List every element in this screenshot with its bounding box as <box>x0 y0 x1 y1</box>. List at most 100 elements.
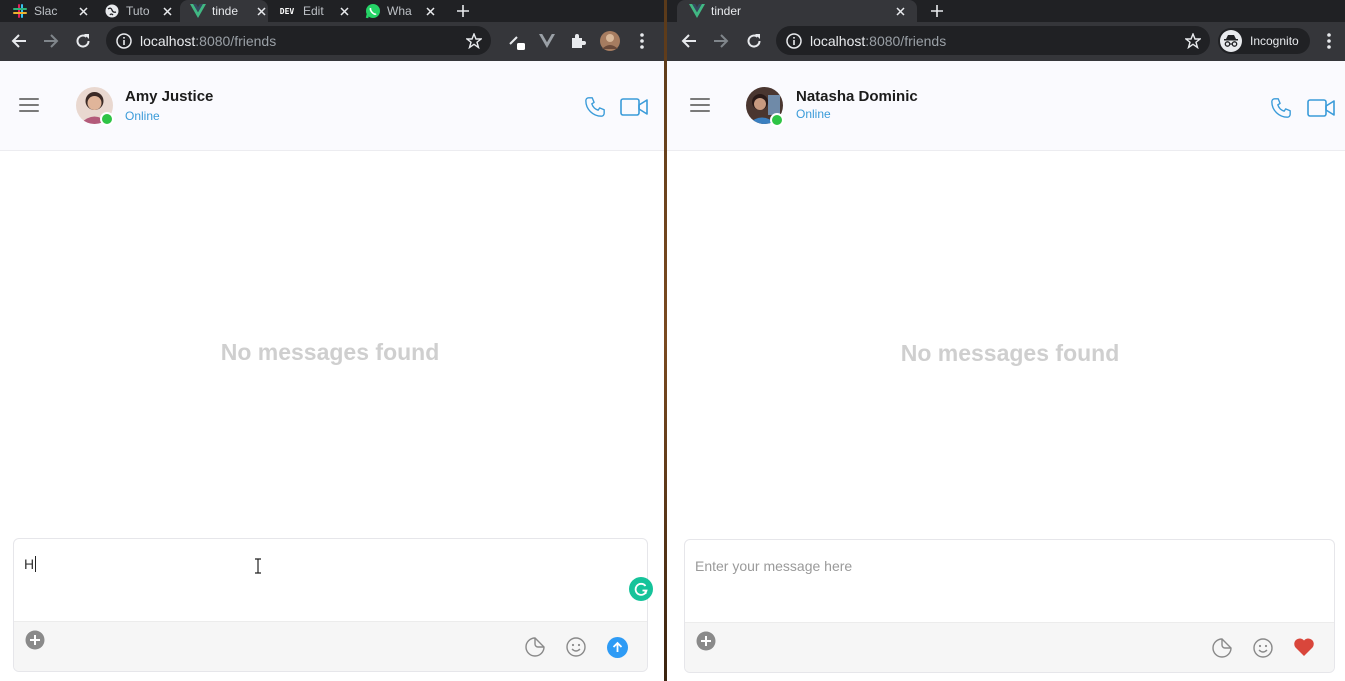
tab-title: Wha <box>387 4 412 18</box>
close-icon[interactable] <box>76 4 90 18</box>
url-text: localhost:8080/friends <box>810 33 946 49</box>
tab-whatsapp[interactable]: Wha <box>365 0 437 22</box>
profile-avatar-icon <box>600 31 620 51</box>
hamburger-menu-icon[interactable] <box>690 98 710 112</box>
right-browser-window: tinder localhost:8080/friends Incognito … <box>667 0 1345 681</box>
sticker-icon[interactable] <box>1211 637 1233 659</box>
extensions-button[interactable] <box>567 30 589 52</box>
arrow-right-icon <box>714 34 729 48</box>
add-attachment-icon[interactable] <box>24 629 46 651</box>
info-icon[interactable] <box>786 32 802 49</box>
chat-header: Amy Justice Online <box>0 61 664 151</box>
tab-tutorial[interactable]: Tuto <box>104 0 174 22</box>
tab-title: tinder <box>711 4 742 18</box>
add-attachment-icon[interactable] <box>695 630 717 652</box>
tab-dev-editor[interactable]: DEV Edit <box>277 0 351 22</box>
plus-icon <box>457 5 469 17</box>
tab-title: tinde <box>212 4 239 18</box>
menu-button[interactable] <box>1318 30 1340 52</box>
arrow-left-icon <box>11 34 26 48</box>
new-tab-button[interactable] <box>452 0 474 22</box>
sticker-icon[interactable] <box>524 636 546 658</box>
url-path: :8080/friends <box>195 32 277 49</box>
send-button[interactable] <box>606 636 628 658</box>
puzzle-icon <box>572 34 586 48</box>
url-path: :8080/friends <box>865 32 947 49</box>
tab-slack[interactable]: Slac <box>12 0 90 22</box>
whatsapp-icon <box>365 3 381 19</box>
emoji-icon[interactable] <box>565 636 587 658</box>
composer-toolbar <box>685 622 1334 672</box>
profile-button[interactable] <box>599 30 621 52</box>
address-bar[interactable]: localhost:8080/friends <box>106 26 491 55</box>
forward-button[interactable] <box>710 30 732 52</box>
online-status-dot <box>100 112 114 126</box>
plus-icon <box>931 5 943 17</box>
tab-title: Slac <box>34 4 58 18</box>
message-input[interactable]: Enter your message here <box>685 540 1334 622</box>
incognito-badge[interactable]: Incognito <box>1218 28 1310 54</box>
reload-button[interactable] <box>72 30 94 52</box>
close-icon[interactable] <box>893 4 907 18</box>
url-host: localhost <box>140 32 196 49</box>
reload-icon <box>747 34 761 48</box>
address-bar[interactable]: localhost:8080/friends <box>776 26 1210 55</box>
grammarly-icon[interactable] <box>629 577 653 601</box>
extension-button[interactable] <box>505 30 527 52</box>
tab-tinder[interactable]: tinder <box>677 0 917 22</box>
vue-devtools-button[interactable] <box>536 30 558 52</box>
composer-toolbar <box>14 621 647 671</box>
url-host: localhost <box>810 32 866 49</box>
tab-strip: tinder <box>667 0 1345 22</box>
close-icon[interactable] <box>337 4 351 18</box>
tab-tinder[interactable]: tinde <box>180 0 268 22</box>
browser-toolbar: localhost:8080/friends Incognito <box>667 22 1345 61</box>
contact-status: Online <box>796 107 831 121</box>
back-button[interactable] <box>678 30 700 52</box>
info-icon[interactable] <box>116 32 132 49</box>
contact-name: Amy Justice <box>125 88 214 105</box>
new-tab-button[interactable] <box>926 0 948 22</box>
chat-header: Natasha Dominic Online <box>667 61 1345 151</box>
vue-icon <box>689 3 705 19</box>
message-input-placeholder: Enter your message here <box>695 558 853 574</box>
pen-extension-icon <box>509 36 525 50</box>
video-call-icon[interactable] <box>619 95 649 119</box>
menu-button[interactable] <box>631 30 653 52</box>
message-input-value: H <box>24 556 37 572</box>
bookmark-star-icon[interactable] <box>1184 32 1202 50</box>
text-cursor-icon <box>255 558 261 574</box>
dev-icon: DEV <box>279 6 295 16</box>
back-button[interactable] <box>8 30 30 52</box>
globe-icon <box>104 3 120 19</box>
online-status-dot <box>770 113 784 127</box>
kebab-menu-icon <box>1327 33 1331 49</box>
reload-button[interactable] <box>743 30 765 52</box>
vue-devtools-icon <box>539 34 555 48</box>
contact-name: Natasha Dominic <box>796 88 918 105</box>
message-composer: H <box>13 538 648 672</box>
heart-icon <box>1294 638 1314 656</box>
url-text: localhost:8080/friends <box>140 33 276 49</box>
contact-status: Online <box>125 109 160 123</box>
close-icon[interactable] <box>160 4 174 18</box>
arrow-right-icon <box>44 34 59 48</box>
like-heart-button[interactable] <box>1292 636 1316 658</box>
close-icon[interactable] <box>254 4 268 18</box>
vue-icon <box>190 3 206 19</box>
message-composer: Enter your message here <box>684 539 1335 673</box>
incognito-label: Incognito <box>1250 34 1299 48</box>
phone-icon[interactable] <box>1269 96 1293 120</box>
hamburger-menu-icon[interactable] <box>19 98 39 112</box>
kebab-menu-icon <box>640 33 644 49</box>
reload-icon <box>76 34 90 48</box>
video-call-icon[interactable] <box>1306 96 1336 120</box>
message-input[interactable]: H <box>14 539 647 621</box>
close-icon[interactable] <box>423 4 437 18</box>
emoji-icon[interactable] <box>1252 637 1274 659</box>
phone-icon[interactable] <box>583 95 607 119</box>
forward-button[interactable] <box>40 30 62 52</box>
incognito-icon <box>1220 30 1242 52</box>
bookmark-star-icon[interactable] <box>465 32 483 50</box>
tab-title: Tuto <box>126 4 150 18</box>
